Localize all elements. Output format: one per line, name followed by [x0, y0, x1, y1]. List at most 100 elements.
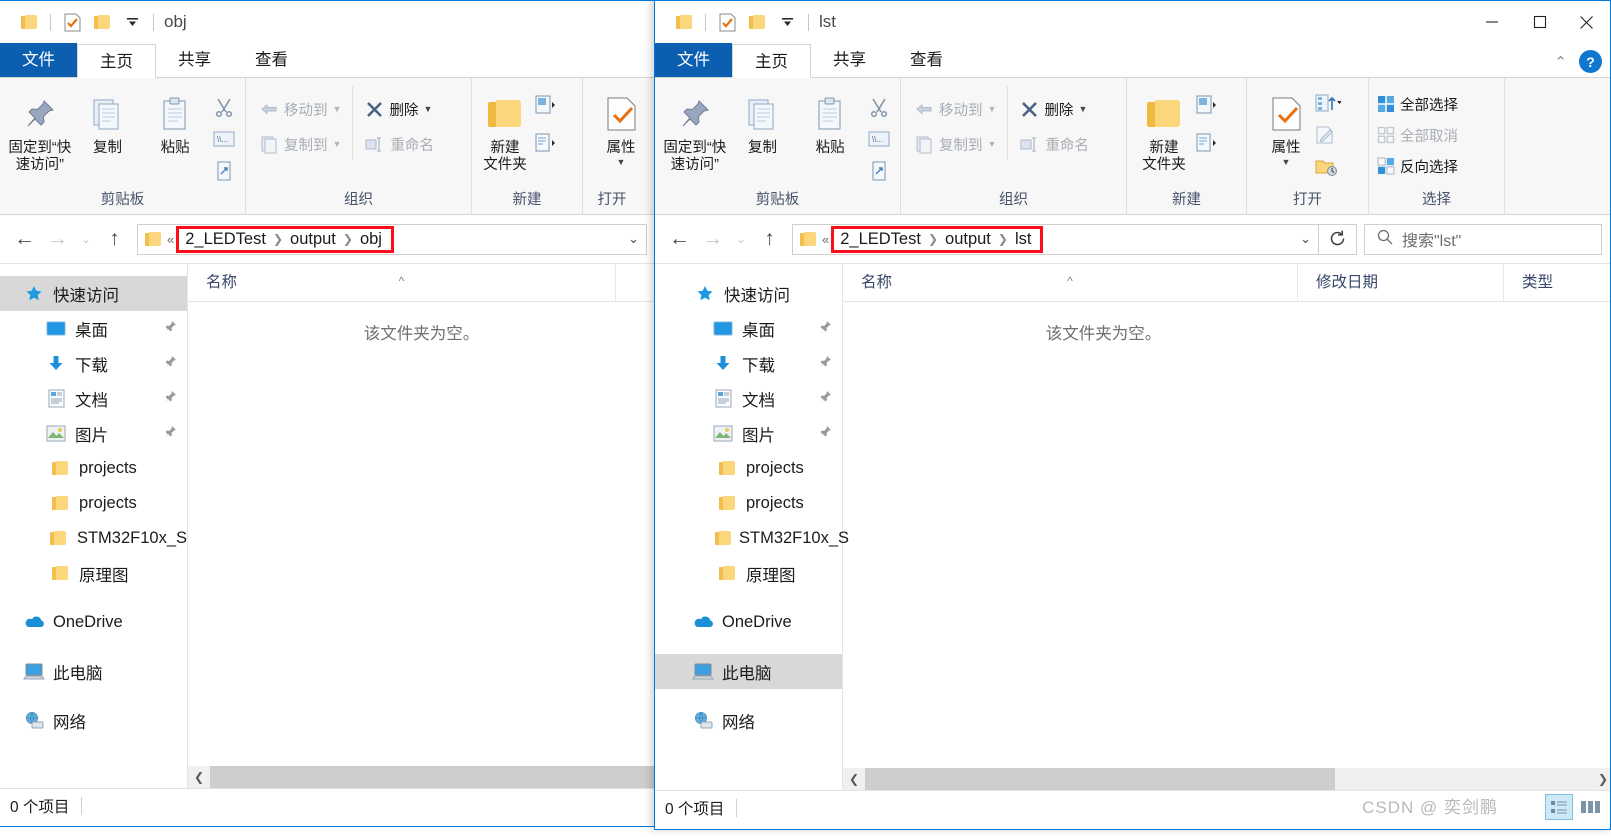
chevron-down-icon[interactable]: ▼ [617, 157, 626, 167]
search-box[interactable]: 搜索"lst" [1364, 223, 1602, 255]
address-dropdown-icon[interactable]: ⌄ [1300, 231, 1311, 247]
easy-access-icon[interactable] [534, 128, 576, 158]
sidebar-item-documents[interactable]: 文档 [655, 381, 842, 416]
column-header-date-modified[interactable]: 修改日期 [1298, 263, 1504, 302]
sidebar-item-projects-2[interactable]: projects [0, 486, 187, 521]
forward-button[interactable]: → [696, 223, 729, 256]
paste-shortcut-icon[interactable] [864, 156, 894, 186]
move-to-button[interactable]: 移动到 ▼ [915, 94, 1007, 124]
invert-selection-button[interactable]: 反向选择 [1377, 152, 1458, 180]
back-button[interactable]: ← [8, 223, 41, 256]
sidebar-item-projects-1[interactable]: projects [0, 451, 187, 486]
chevron-down-icon[interactable]: ▼ [1282, 157, 1291, 167]
chevron-down-icon[interactable]: ▼ [333, 139, 342, 149]
sidebar-item-pictures[interactable]: 图片 [0, 416, 187, 451]
new-item-icon[interactable] [534, 90, 576, 120]
chevron-down-icon[interactable]: ▼ [423, 104, 432, 114]
maximize-icon[interactable] [1516, 1, 1563, 43]
sidebar-item-onedrive[interactable]: OneDrive [0, 605, 187, 640]
close-icon[interactable] [1563, 1, 1610, 43]
cut-icon[interactable] [209, 92, 239, 122]
address-dropdown-icon[interactable]: ⌄ [628, 231, 639, 247]
delete-button[interactable]: 删除 ▼ [365, 94, 465, 124]
tab-share[interactable]: 共享 [811, 43, 888, 77]
new-folder-button[interactable]: 新建 文件夹 [476, 86, 534, 174]
cut-icon[interactable] [864, 92, 894, 122]
back-button[interactable]: ← [663, 223, 696, 256]
sidebar-item-projects-2[interactable]: projects [655, 486, 842, 521]
horizontal-scrollbar-left[interactable]: ❮ [188, 766, 655, 788]
up-button[interactable]: ↑ [753, 223, 786, 256]
new-item-icon[interactable] [1195, 90, 1237, 120]
minimize-icon[interactable] [1469, 1, 1516, 43]
breadcrumb-item-0[interactable]: 2_LEDTest [183, 230, 268, 249]
recent-locations-button[interactable]: ⌄ [74, 223, 98, 256]
large-icons-view-icon[interactable] [1576, 794, 1604, 820]
breadcrumb-overflow-icon[interactable]: « [822, 232, 831, 247]
chevron-down-icon[interactable]: ▼ [333, 104, 342, 114]
rename-button[interactable]: 重命名 [365, 129, 465, 159]
copy-to-button[interactable]: 复制到 ▼ [260, 129, 352, 159]
chevron-down-icon[interactable]: ▼ [988, 104, 997, 114]
scrollbar-thumb[interactable] [865, 768, 1335, 790]
pin-icon[interactable] [164, 355, 177, 372]
details-view-icon[interactable] [1545, 794, 1573, 820]
breadcrumb-item-2[interactable]: lst [1013, 230, 1034, 249]
sidebar-item-this-pc[interactable]: 此电脑 [0, 654, 187, 689]
sidebar-item-projects-1[interactable]: projects [655, 451, 842, 486]
new-folder-icon[interactable] [87, 8, 117, 36]
properties-icon[interactable] [57, 8, 87, 36]
copy-path-icon[interactable]: \\... [864, 124, 894, 154]
forward-button[interactable]: → [41, 223, 74, 256]
new-folder-button[interactable]: 新建 文件夹 [1133, 86, 1195, 174]
copy-to-button[interactable]: 复制到 ▼ [915, 129, 1007, 159]
scrollbar-track[interactable] [1335, 768, 1592, 790]
rename-button[interactable]: 重命名 [1020, 129, 1120, 159]
sidebar-item-schematic[interactable]: 原理图 [0, 556, 187, 591]
move-to-button[interactable]: 移动到 ▼ [260, 94, 352, 124]
column-header-name[interactable]: ^ 名称 [843, 263, 1298, 302]
sidebar-item-documents[interactable]: 文档 [0, 381, 187, 416]
scrollbar-thumb[interactable] [210, 766, 655, 788]
copy-button[interactable]: 复制 [729, 86, 797, 157]
sidebar-item-onedrive[interactable]: OneDrive [655, 605, 842, 640]
paste-shortcut-icon[interactable] [209, 156, 239, 186]
sidebar-item-quick-access[interactable]: 快速访问 [655, 276, 842, 311]
pin-icon[interactable] [819, 390, 832, 407]
tab-file[interactable]: 文件 [655, 43, 732, 77]
open-with-icon[interactable] [1315, 88, 1355, 118]
chevron-down-icon[interactable]: ▼ [1078, 104, 1087, 114]
collapse-ribbon-icon[interactable]: ⌃ [1554, 53, 1567, 71]
column-header-name[interactable]: ^ 名称 [188, 263, 616, 302]
sidebar-item-downloads[interactable]: 下载 [0, 346, 187, 381]
scroll-right-icon[interactable]: ❯ [1592, 768, 1610, 790]
history-icon[interactable] [1315, 152, 1355, 182]
breadcrumb-item-1[interactable]: output [943, 230, 993, 249]
easy-access-icon[interactable] [1195, 128, 1237, 158]
scroll-left-icon[interactable]: ❮ [188, 766, 210, 788]
sidebar-item-network[interactable]: 网络 [655, 703, 842, 738]
breadcrumb-overflow-icon[interactable]: « [167, 232, 176, 247]
sidebar-item-this-pc[interactable]: 此电脑 [655, 654, 842, 689]
folder-icon[interactable] [669, 8, 699, 36]
pin-icon[interactable] [164, 390, 177, 407]
up-button[interactable]: ↑ [98, 223, 131, 256]
refresh-button[interactable] [1319, 223, 1357, 255]
edit-icon[interactable] [1315, 120, 1355, 150]
address-bar-right[interactable]: « 2_LEDTest ❯ output ❯ lst ⌄ [792, 223, 1319, 255]
paste-button[interactable]: 粘贴 [141, 86, 209, 157]
column-header-type[interactable]: 类型 [1504, 264, 1610, 302]
tab-view[interactable]: 查看 [888, 43, 965, 77]
sidebar-item-schematic[interactable]: 原理图 [655, 556, 842, 591]
new-folder-icon[interactable] [742, 8, 772, 36]
tab-home[interactable]: 主页 [77, 44, 156, 78]
pin-icon[interactable] [819, 425, 832, 442]
copy-button[interactable]: 复制 [74, 86, 142, 157]
breadcrumb-item-2[interactable]: obj [358, 230, 384, 249]
pin-icon[interactable] [819, 355, 832, 372]
sidebar-item-pictures[interactable]: 图片 [655, 416, 842, 451]
paste-button[interactable]: 粘贴 [796, 86, 864, 157]
sidebar-item-downloads[interactable]: 下载 [655, 346, 842, 381]
tab-file[interactable]: 文件 [0, 43, 77, 77]
properties-button[interactable]: 属性 ▼ [1257, 86, 1315, 167]
